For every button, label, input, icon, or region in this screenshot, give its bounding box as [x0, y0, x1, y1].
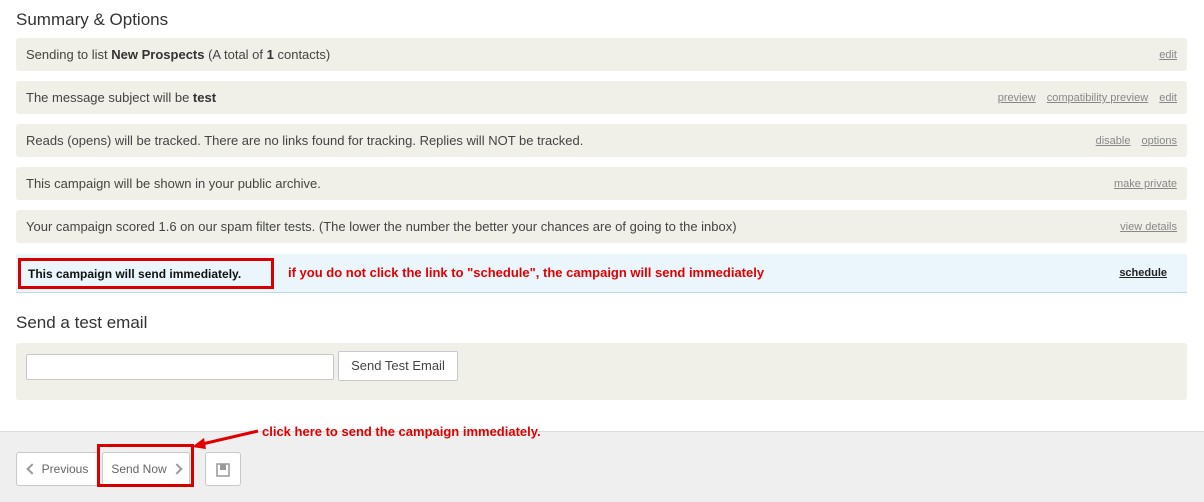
- annotation-arrow-icon: [192, 429, 259, 449]
- schedule-annotation: if you do not click the link to "schedul…: [288, 265, 765, 280]
- edit-list-link[interactable]: edit: [1159, 49, 1177, 61]
- chevron-left-icon: [25, 463, 38, 475]
- list-summary-text: Sending to list New Prospects (A total o…: [26, 47, 331, 62]
- spam-summary-text: Your campaign scored 1.6 on our spam fil…: [26, 219, 737, 234]
- test-email-input[interactable]: [26, 354, 334, 380]
- tracking-options-link[interactable]: options: [1142, 135, 1177, 147]
- view-details-link[interactable]: view details: [1120, 221, 1177, 233]
- footer-bar: Previous Send Now: [0, 431, 1204, 502]
- compatibility-preview-link[interactable]: compatibility preview: [1047, 92, 1148, 104]
- previous-button[interactable]: Previous: [16, 452, 100, 486]
- send-immediately-text: This campaign will send immediately.: [28, 267, 242, 281]
- archive-summary-text: This campaign will be shown in your publ…: [26, 176, 321, 191]
- edit-subject-link[interactable]: edit: [1159, 92, 1177, 104]
- chevron-right-icon: [171, 463, 183, 475]
- send-test-email-button[interactable]: Send Test Email: [338, 351, 458, 381]
- summary-row-subject: The message subject will be test preview…: [16, 81, 1187, 114]
- send-immediately-highlight: This campaign will send immediately.: [18, 258, 274, 289]
- list-name: New Prospects: [111, 47, 205, 62]
- save-draft-button[interactable]: [205, 452, 241, 486]
- summary-row-tracking: Reads (opens) will be tracked. There are…: [16, 124, 1187, 157]
- send-now-button[interactable]: Send Now: [102, 452, 190, 486]
- summary-row-spam: Your campaign scored 1.6 on our spam fil…: [16, 210, 1187, 243]
- test-email-title: Send a test email: [16, 313, 148, 332]
- test-email-panel: Send Test Email: [16, 343, 1187, 400]
- summary-title: Summary & Options: [16, 10, 169, 29]
- summary-row-list: Sending to list New Prospects (A total o…: [16, 38, 1187, 71]
- preview-link[interactable]: preview: [998, 92, 1036, 104]
- send-now-annotation: click here to send the campaign immediat…: [262, 424, 541, 439]
- disable-tracking-link[interactable]: disable: [1096, 135, 1131, 147]
- contact-count: 1: [266, 47, 274, 62]
- schedule-link[interactable]: schedule: [1119, 267, 1167, 279]
- summary-row-schedule: This campaign will send immediately. if …: [16, 254, 1187, 293]
- make-private-link[interactable]: make private: [1114, 178, 1177, 190]
- tracking-summary-text: Reads (opens) will be tracked. There are…: [26, 133, 584, 148]
- subject-summary-text: The message subject will be test: [26, 90, 217, 105]
- save-icon: [216, 463, 230, 477]
- subject-value: test: [192, 90, 217, 105]
- summary-row-archive: This campaign will be shown in your publ…: [16, 167, 1187, 200]
